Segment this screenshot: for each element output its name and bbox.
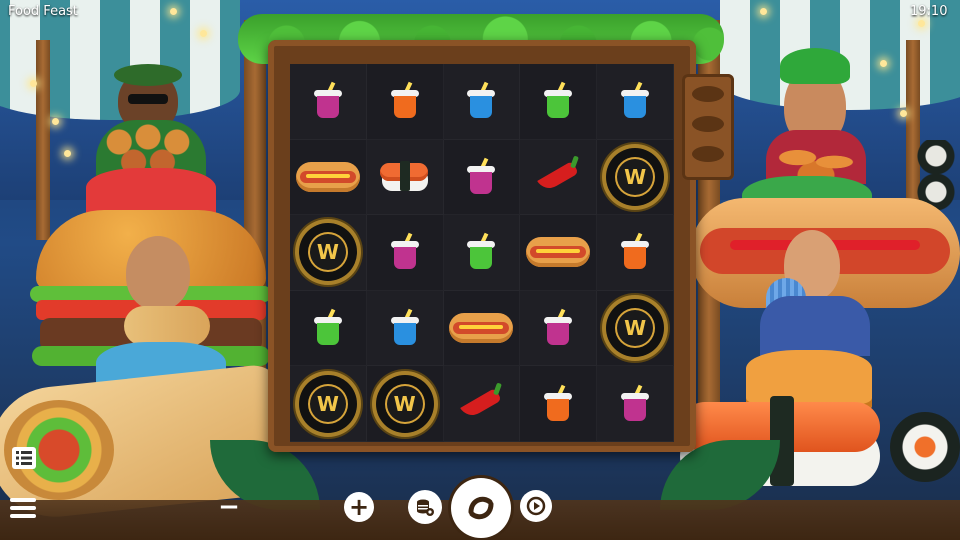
- reel-cell: [597, 366, 674, 442]
- autoplay-button[interactable]: [520, 490, 552, 522]
- sushi-icon: [379, 159, 430, 195]
- sushi-roll-slice: [890, 412, 960, 482]
- hotdog-icon: [449, 313, 514, 344]
- drink-purple-icon: [543, 308, 573, 346]
- paytable-button[interactable]: [10, 444, 38, 472]
- reel-cell: [443, 290, 521, 367]
- reel-cell: [366, 215, 444, 291]
- reel-cell: [443, 139, 521, 216]
- reel-cell: [597, 64, 674, 140]
- reel-cell: W: [597, 139, 674, 216]
- reel-cell: [597, 215, 674, 291]
- chili-icon: [457, 393, 505, 415]
- wild-label: W: [307, 383, 348, 424]
- drink-green-icon: [466, 233, 496, 270]
- reel-cell: [520, 290, 598, 367]
- wild-symbol-icon: W: [606, 147, 665, 206]
- game-title: Food Feast: [8, 4, 78, 19]
- drink-green-icon: [543, 82, 573, 119]
- left-character-area: [0, 60, 320, 524]
- wild-symbol-icon: W: [298, 374, 357, 433]
- wild-label: W: [615, 156, 656, 197]
- reel-cell: W: [366, 366, 444, 442]
- autoplay-icon: [526, 496, 546, 516]
- reel-cell: [366, 290, 444, 367]
- hotdog-icon: [295, 161, 360, 192]
- drink-orange-icon: [390, 82, 420, 119]
- drink-purple-icon: [466, 157, 496, 194]
- spin-arrows-icon: [468, 496, 494, 520]
- reel-cell: [520, 215, 598, 291]
- reel-cell: W: [290, 366, 367, 442]
- reel-cell: [520, 366, 598, 442]
- reel-cell: W: [597, 290, 674, 367]
- clock: 19:10: [910, 4, 948, 19]
- wild-symbol-icon: W: [606, 299, 665, 358]
- reel-grid: WWWWW: [290, 64, 674, 442]
- drink-blue-icon: [620, 82, 650, 119]
- bet-minus-button[interactable]: −: [214, 492, 244, 522]
- drink-green-icon: [313, 308, 343, 346]
- reel-cell: [443, 215, 521, 291]
- character-body-blue: [760, 296, 870, 356]
- drink-blue-icon: [466, 82, 496, 119]
- coin-stack-icon: [417, 499, 434, 516]
- reel-cell: [290, 64, 367, 140]
- reel-cell: W: [290, 215, 367, 291]
- character-longhair-man: [116, 228, 200, 310]
- bet-plus-button[interactable]: +: [344, 492, 374, 522]
- drink-orange-icon: [543, 384, 573, 421]
- hotdog-sign: [682, 74, 734, 180]
- bet-settings-button[interactable]: [408, 490, 442, 524]
- hamburger-menu-icon: [10, 498, 36, 518]
- reel-cell: [443, 366, 521, 442]
- wild-label: W: [307, 232, 348, 273]
- reel-cell: [520, 139, 598, 216]
- reel-cell: [443, 64, 521, 140]
- wild-label: W: [615, 308, 656, 349]
- hotdog-icon: [526, 237, 591, 268]
- drink-orange-icon: [620, 233, 650, 270]
- drink-purple-icon: [313, 82, 343, 119]
- wild-symbol-icon: W: [298, 223, 357, 282]
- reel-cell: [290, 139, 367, 216]
- paytable-list-icon: [12, 447, 36, 469]
- burritos: [124, 306, 210, 346]
- reel-cell: [366, 139, 444, 216]
- reel-cell: [520, 64, 598, 140]
- drink-purple-icon: [620, 384, 650, 421]
- spin-button[interactable]: [451, 478, 511, 538]
- menu-button[interactable]: [8, 494, 38, 522]
- wild-symbol-icon: W: [375, 374, 434, 433]
- mini-burgers: [100, 122, 196, 172]
- drink-blue-icon: [390, 308, 420, 346]
- chili-icon: [534, 166, 582, 188]
- reel-cell: [366, 64, 444, 140]
- reel-cell: [290, 290, 367, 367]
- wild-label: W: [384, 383, 425, 424]
- drink-purple-icon: [390, 233, 420, 270]
